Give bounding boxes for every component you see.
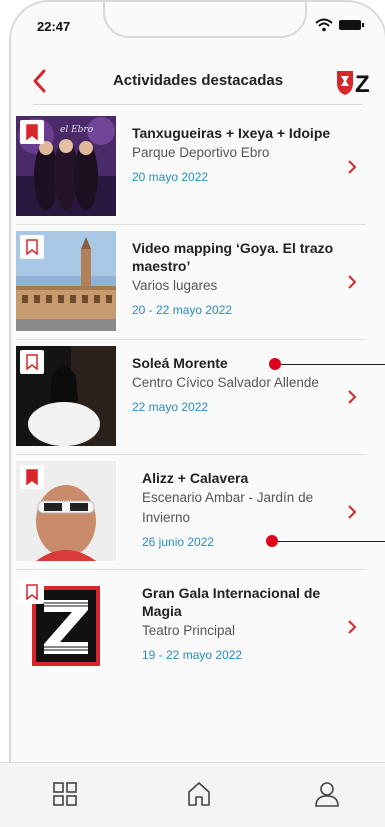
zaragoza-logo-icon: Z (337, 71, 370, 96)
event-thumbnail (16, 461, 116, 561)
page-title: Actividades destacadas (112, 72, 284, 89)
annotation-dot (266, 535, 278, 547)
event-place: Teatro Principal (142, 623, 236, 638)
event-date: 20 mayo 2022 (132, 170, 209, 184)
svg-text:el Ebro: el Ebro (60, 125, 94, 135)
event-place: Centro Cívico Salvador Allende (132, 375, 319, 390)
annotation-line (278, 541, 385, 542)
event-place: Escenario Ambar - Jardín de Invierno (142, 490, 314, 525)
event-item[interactable]: Video mapping ‘Goya. El trazo maestro’ V… (16, 225, 366, 340)
event-info: Gran Gala Internacional de Magia Teatro … (142, 584, 352, 664)
event-date: 26 junio 2022 (142, 535, 215, 549)
bookmark-button[interactable] (20, 580, 44, 604)
event-thumbnail (16, 231, 116, 331)
bookmark-button[interactable] (20, 235, 44, 259)
event-date: 19 - 22 mayo 2022 (142, 648, 243, 662)
phone-notch (103, 2, 307, 38)
status-time: 22:47 (37, 19, 71, 34)
event-thumbnail: el Ebro (16, 116, 116, 216)
event-place: Varios lugares (132, 278, 218, 293)
event-info: Video mapping ‘Goya. El trazo maestro’ V… (132, 239, 342, 319)
event-item[interactable]: el Ebro Tanxugueiras + Ixeya + Idoipe Pa… (16, 110, 366, 225)
event-title: Alizz + Calavera (142, 470, 249, 486)
bookmark-filled-icon (26, 469, 38, 485)
bookmark-filled-icon (26, 124, 38, 140)
wifi-icon (315, 18, 333, 32)
user-icon[interactable] (312, 779, 342, 809)
event-title: Tanxugueiras + Ixeya + Idoipe (132, 125, 331, 141)
annotation-dot (269, 358, 281, 370)
logo-letter: Z (355, 71, 370, 96)
event-item[interactable]: Alizz + Calavera Escenario Ambar - Jardí… (16, 455, 366, 570)
grid-icon[interactable] (50, 779, 80, 809)
bookmark-outline-icon (26, 584, 38, 600)
home-icon[interactable] (184, 779, 214, 809)
chevron-right-icon[interactable] (348, 620, 356, 634)
chevron-right-icon[interactable] (348, 505, 356, 519)
annotation-line (281, 364, 385, 365)
bookmark-button[interactable] (20, 350, 44, 374)
event-date: 22 mayo 2022 (132, 400, 209, 414)
event-title: Soleá Morente (132, 355, 228, 371)
event-title: Gran Gala Internacional de Magia (142, 585, 321, 619)
event-item[interactable]: Gran Gala Internacional de Magia Teatro … (16, 570, 366, 684)
app-header: Actividades destacadas Z (11, 62, 385, 102)
event-thumbnail (16, 346, 116, 446)
bookmark-button[interactable] (20, 465, 44, 489)
event-date: 20 - 22 mayo 2022 (132, 303, 233, 317)
chevron-right-icon[interactable] (348, 390, 356, 404)
status-bar: 22:47 (11, 2, 385, 48)
bookmark-outline-icon (26, 239, 38, 255)
event-info: Tanxugueiras + Ixeya + Idoipe Parque Dep… (132, 124, 342, 186)
bookmark-button[interactable] (20, 120, 44, 144)
event-info: Alizz + Calavera Escenario Ambar - Jardí… (142, 469, 352, 551)
event-item[interactable]: Soleá Morente Centro Cívico Salvador All… (16, 340, 366, 455)
chevron-right-icon[interactable] (348, 275, 356, 289)
events-list: el Ebro Tanxugueiras + Ixeya + Idoipe Pa… (16, 110, 366, 684)
battery-icon (339, 20, 364, 30)
bookmark-outline-icon (26, 354, 38, 370)
bottom-tab-bar (0, 762, 385, 827)
chevron-right-icon[interactable] (348, 160, 356, 174)
event-place: Parque Deportivo Ebro (132, 145, 270, 160)
header-divider (33, 104, 363, 105)
event-title: Video mapping ‘Goya. El trazo maestro’ (132, 240, 334, 274)
event-thumbnail (16, 576, 116, 676)
